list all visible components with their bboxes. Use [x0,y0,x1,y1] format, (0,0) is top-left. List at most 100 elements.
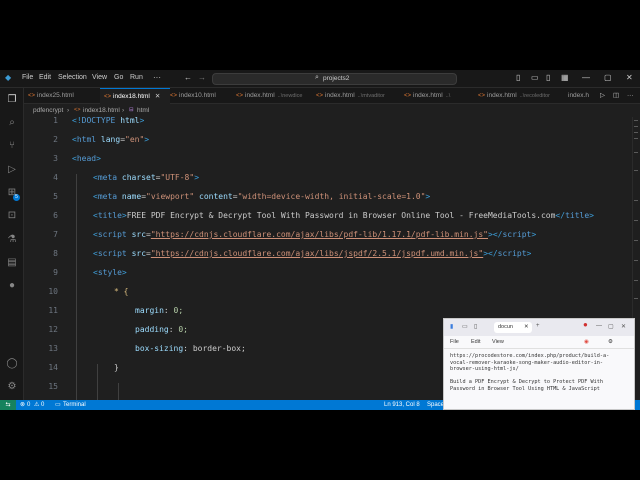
run-debug-icon[interactable]: ▷ [6,164,18,176]
toggle-secondary-sidebar-icon[interactable]: ▯ [546,73,550,82]
breadcrumb-file[interactable]: index18.html [83,104,120,117]
menu-run[interactable]: Run [130,74,143,81]
tab-actions-icon[interactable]: ▭ [462,323,468,330]
tab-index-recoleditor[interactable]: <> index.html ..\recoleditor [478,88,568,104]
code-line-7: 7 <script src="https://cdnjs.cloudflare.c… [24,225,632,244]
command-center-search[interactable]: ⌕ projects2 [212,73,457,85]
account-icon[interactable]: ◯ [6,358,18,370]
cursor-position[interactable]: Ln 913, Col 8 [384,400,420,410]
code-line-8: 8 <script src="https://cdnjs.cloudflare.c… [24,244,632,263]
minimap-line [634,126,638,127]
code-link[interactable]: "https://cdnjs.cloudflare.com/ajax/libs/… [151,230,488,239]
minimize-icon[interactable]: — [582,73,590,82]
remote-icon[interactable]: ⊡ [6,210,18,222]
close-icon[interactable]: ✕ [621,323,626,330]
tab-description: ..\newdice [277,93,303,99]
settings-icon[interactable]: ⚙ [608,336,613,348]
testing-icon[interactable]: ⚗ [6,234,18,246]
tab-index-h[interactable]: index.h [568,88,598,104]
remote-indicator-icon[interactable]: ⇆ [0,400,16,410]
html-file-icon: <> [170,93,178,99]
code-line-1: 1 <!DOCTYPE html> [24,117,632,130]
more-actions-icon[interactable]: ··· [627,88,634,104]
tab-index-newdice[interactable]: <> index.html ..\newdice [236,88,316,104]
back-arrow-icon[interactable]: ← [184,73,192,82]
html-file-icon: <> [236,93,244,99]
sidebar-icon[interactable]: ▮ [450,323,453,330]
menu-edit[interactable]: Edit [39,74,51,81]
minimap-line [634,240,638,241]
menu-go[interactable]: Go [114,74,123,81]
github-icon[interactable]: ● [6,280,18,292]
tab-label: index10.html [179,92,216,99]
vscode-logo-icon: ◆ [5,73,12,82]
html-file-icon: <> [104,94,112,100]
new-tab-icon[interactable]: + [536,323,540,329]
forward-arrow-icon[interactable]: → [198,73,206,82]
menu-view[interactable]: View [92,74,107,81]
code-line-10: 10 * { [24,282,632,301]
tab-description: ..\mtvaditor [357,93,385,99]
errors-icon[interactable]: ⊗ [20,400,25,410]
browser-tab[interactable]: docun ✕ [494,322,532,333]
menu-file[interactable]: File [22,74,33,81]
code-token: lang [100,135,121,144]
tabs-list-icon[interactable]: ▯ [474,323,477,330]
search-icon[interactable]: ⌕ [6,117,18,129]
line-number: 11 [48,306,58,315]
minimize-icon[interactable]: — [596,323,602,329]
line-number: 5 [53,192,58,201]
breadcrumb-folder[interactable]: pdfencrypt [33,104,63,117]
tab-index-root[interactable]: <> index.html ..\ [404,88,478,104]
menu-file[interactable]: File [450,336,459,348]
menu-selection[interactable]: Selection [58,74,87,81]
breadcrumb-element[interactable]: html [137,104,149,117]
maximize-icon[interactable]: ▢ [604,73,612,82]
code-link[interactable]: "https://cdnjs.cloudflare.com/ajax/libs/… [151,249,483,258]
menu-view[interactable]: View [492,336,504,348]
line-number: 6 [53,211,58,220]
terminal-icon[interactable]: ▭ [55,400,61,410]
tab-index10[interactable]: <> index10.html [170,88,236,104]
warning-count[interactable]: 0 [41,400,44,410]
code-token: "UTF-8" [160,173,195,182]
record-icon[interactable]: ● [583,320,588,329]
close-icon[interactable]: ✕ [626,73,633,82]
copilot-icon[interactable]: ◉ [584,336,589,348]
element-icon: ⊟ [129,107,134,113]
code-line-4: 4 <meta charset="UTF-8"> [24,168,632,187]
indentation-setting[interactable]: Space [427,400,444,410]
settings-icon[interactable]: ⚙ [6,381,18,393]
chart-icon[interactable]: ▤ [6,257,18,269]
close-tab-icon[interactable]: ✕ [155,93,160,100]
error-count[interactable]: 0 [27,400,30,410]
tab-label: index.html [413,92,443,99]
customize-layout-icon[interactable]: ▦ [561,73,569,82]
line-number: 1 [53,117,58,125]
toggle-panel-icon[interactable]: ▭ [531,73,539,82]
run-icon[interactable]: ▷ [600,88,605,104]
tab-index-mtvaditor[interactable]: <> index.html ..\mtvaditor [316,88,404,104]
tab-index18[interactable]: <> index18.html ✕ [100,88,170,104]
notepad-text[interactable]: https://procodestore.com/index.php/produ… [450,353,628,392]
more-menu-icon[interactable]: ··· [153,73,161,82]
html-file-icon: <> [74,107,81,113]
line-number: 9 [53,268,58,277]
files-icon[interactable]: ❐ [6,94,18,106]
code-line-2: 2 <html lang="en"> [24,130,632,149]
line-number: 14 [48,363,58,372]
toggle-sidebar-icon[interactable]: ▯ [516,73,520,82]
tab-label: index.html [487,92,517,99]
search-label: projects2 [323,75,350,82]
source-control-icon[interactable]: ⑂ [6,140,18,152]
minimap-line [634,132,638,133]
menu-edit[interactable]: Edit [471,336,480,348]
warnings-icon[interactable]: ⚠ [34,400,39,410]
maximize-icon[interactable]: ▢ [608,323,614,330]
terminal-button[interactable]: Terminal [63,400,86,410]
split-editor-icon[interactable]: ◫ [613,88,619,104]
code-token: "viewport" [146,192,195,201]
tab-index25[interactable]: <> index25.html [28,88,100,104]
close-icon[interactable]: ✕ [524,322,529,333]
html-file-icon: <> [478,93,486,99]
